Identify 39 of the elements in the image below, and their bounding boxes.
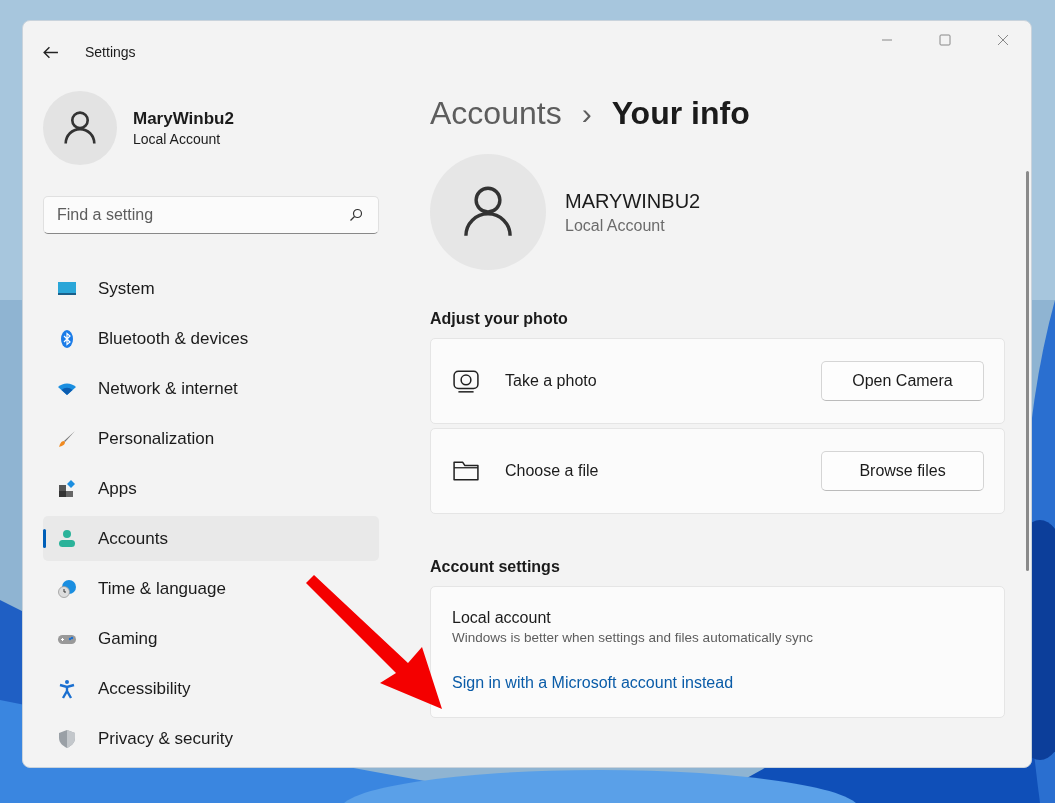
- nav-item[interactable]: Accessibility: [43, 666, 379, 711]
- row-label: Choose a file: [505, 462, 599, 480]
- nav-item[interactable]: Gaming: [43, 616, 379, 661]
- nav-item[interactable]: System: [43, 266, 379, 311]
- nav-item[interactable]: Apps: [43, 466, 379, 511]
- action-button[interactable]: Browse files: [821, 451, 984, 491]
- account-type: Local Account: [133, 131, 222, 147]
- apps-icon: [57, 478, 77, 499]
- nav-item[interactable]: Network & internet: [43, 366, 379, 411]
- shield-icon: [57, 728, 77, 749]
- page-title: Your info: [611, 95, 750, 132]
- section-heading: Adjust your photo: [430, 310, 569, 328]
- maximize-icon[interactable]: [939, 34, 951, 46]
- card-title: Local account: [452, 609, 552, 627]
- nav-item[interactable]: Bluetooth & devices: [43, 316, 379, 361]
- camera-icon: [453, 368, 479, 394]
- card-description: Windows is better when settings and files automatically sync: [452, 630, 814, 645]
- action-button[interactable]: Open Camera: [821, 361, 984, 401]
- nav-item[interactable]: Privacy & security: [43, 716, 379, 761]
- row-label: Take a photo: [505, 372, 597, 390]
- search-icon: [349, 208, 363, 222]
- section-heading: Account settings: [430, 558, 561, 576]
- accessibility-icon: [57, 678, 77, 699]
- search-field[interactable]: Find a setting: [43, 196, 379, 234]
- person-icon: [57, 528, 77, 549]
- window-title: Settings: [85, 44, 136, 60]
- profile-name: MARYWINBU2: [565, 189, 701, 213]
- brush-icon: [57, 428, 77, 449]
- sign-in-link[interactable]: Sign in with a Microsoft account instead: [452, 674, 984, 692]
- nav-item[interactable]: Personalization: [43, 416, 379, 461]
- nav-item[interactable]: Accounts: [43, 516, 379, 561]
- breadcrumb-parent[interactable]: Accounts: [430, 95, 562, 132]
- scrollbar[interactable]: [1026, 171, 1029, 571]
- close-icon[interactable]: [997, 34, 1009, 46]
- account-type: Local Account: [565, 216, 666, 235]
- globe-clock-icon: [57, 578, 77, 599]
- user-name: MaryWinbu2: [133, 109, 234, 129]
- breadcrumb-separator: ›: [581, 97, 592, 131]
- nav-item[interactable]: Time & language: [43, 566, 379, 611]
